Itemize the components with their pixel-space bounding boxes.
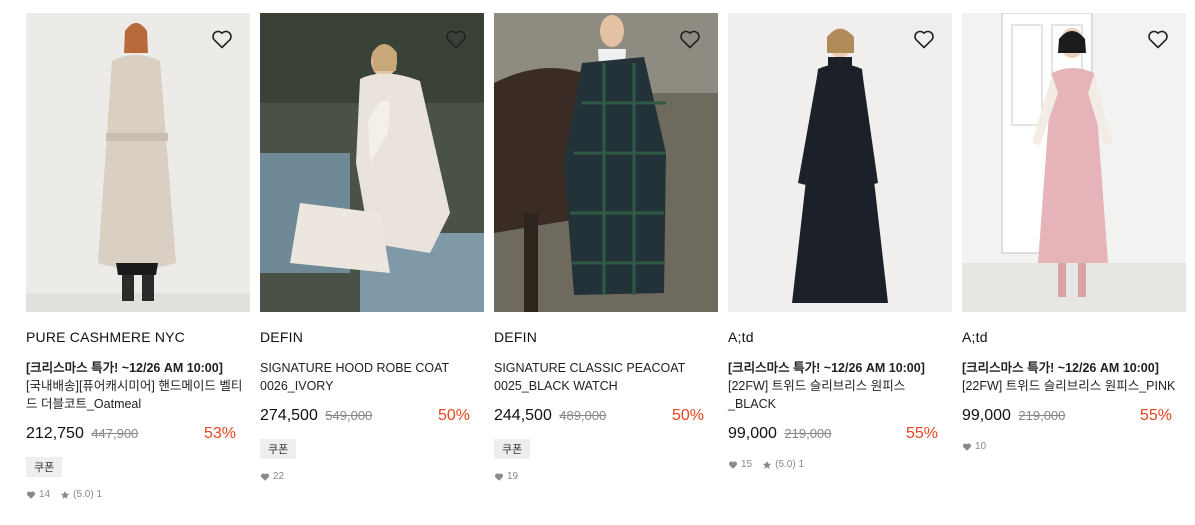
product-name: SIGNATURE CLASSIC PEACOAT 0025_BLACK WAT… bbox=[494, 361, 686, 393]
promo-label: [크리스마스 특가! ~12/26 AM 10:00] bbox=[728, 361, 925, 375]
product-name: SIGNATURE HOOD ROBE COAT 0026_IVORY bbox=[260, 361, 449, 393]
wishlist-heart-icon[interactable] bbox=[678, 27, 702, 51]
likes-count: 10 bbox=[962, 441, 986, 452]
product-title[interactable]: SIGNATURE HOOD ROBE COAT 0026_IVORY bbox=[260, 359, 484, 395]
rating: (5.0) 1 bbox=[60, 489, 102, 500]
sale-price: 274,500 bbox=[260, 407, 318, 424]
original-price: 219,000 bbox=[1018, 408, 1066, 423]
product-title[interactable]: [크리스마스 특가! ~12/26 AM 10:00] [22FW] 트위드 슬… bbox=[728, 359, 952, 413]
product-image[interactable] bbox=[260, 13, 484, 312]
product-grid: PURE CASHMERE NYC [크리스마스 특가! ~12/26 AM 1… bbox=[0, 0, 1195, 525]
product-photo bbox=[728, 13, 952, 312]
product-card[interactable]: A;td [크리스마스 특가! ~12/26 AM 10:00] [22FW] … bbox=[728, 13, 952, 470]
likes-count: 22 bbox=[260, 471, 284, 482]
wishlist-heart-icon[interactable] bbox=[912, 27, 936, 51]
original-price: 219,000 bbox=[784, 426, 832, 441]
product-image[interactable] bbox=[494, 13, 718, 312]
product-photo bbox=[962, 13, 1186, 312]
likes-count: 19 bbox=[494, 471, 518, 482]
brand-name[interactable]: PURE CASHMERE NYC bbox=[26, 329, 250, 347]
brand-name[interactable]: DEFIN bbox=[494, 329, 718, 347]
heart-icon bbox=[26, 490, 36, 499]
price-row: 212,750 447,900 53% bbox=[26, 425, 236, 447]
discount-rate: 53% bbox=[203, 425, 236, 442]
discount-rate: 50% bbox=[437, 407, 470, 424]
heart-icon bbox=[728, 460, 738, 469]
product-stats: 22 bbox=[260, 471, 484, 482]
product-name: [국내배송][퓨어캐시미어] 핸드메이드 벨티드 더블코트_Oatmeal bbox=[26, 379, 243, 411]
product-stats: 19 bbox=[494, 471, 718, 482]
likes-count: 15 bbox=[728, 459, 752, 470]
wishlist-heart-icon[interactable] bbox=[444, 27, 468, 51]
product-photo bbox=[494, 13, 718, 312]
brand-name[interactable]: A;td bbox=[728, 329, 952, 347]
product-stats: 15 (5.0) 1 bbox=[728, 459, 952, 470]
promo-label: [크리스마스 특가! ~12/26 AM 10:00] bbox=[26, 361, 223, 375]
product-card[interactable]: A;td [크리스마스 특가! ~12/26 AM 10:00] [22FW] … bbox=[962, 13, 1186, 452]
sale-price: 99,000 bbox=[728, 425, 777, 442]
heart-icon bbox=[962, 442, 972, 451]
original-price: 447,900 bbox=[91, 426, 139, 441]
wishlist-heart-icon[interactable] bbox=[1146, 27, 1170, 51]
star-icon bbox=[60, 490, 70, 499]
price-row: 244,500 489,000 50% bbox=[494, 407, 704, 429]
product-title[interactable]: [크리스마스 특가! ~12/26 AM 10:00] [22FW] 트위드 슬… bbox=[962, 359, 1186, 395]
product-card[interactable]: DEFIN SIGNATURE HOOD ROBE COAT 0026_IVOR… bbox=[260, 13, 484, 482]
heart-icon bbox=[260, 472, 270, 481]
price-row: 274,500 549,000 50% bbox=[260, 407, 470, 429]
product-title[interactable]: SIGNATURE CLASSIC PEACOAT 0025_BLACK WAT… bbox=[494, 359, 718, 395]
price-row: 99,000 219,000 55% bbox=[728, 425, 938, 447]
heart-icon bbox=[494, 472, 504, 481]
coupon-badge: 쿠폰 bbox=[260, 439, 297, 459]
discount-rate: 55% bbox=[1139, 407, 1172, 424]
likes-count: 14 bbox=[26, 489, 50, 500]
discount-rate: 50% bbox=[671, 407, 704, 424]
rating: (5.0) 1 bbox=[762, 459, 804, 470]
product-image[interactable] bbox=[26, 13, 250, 312]
product-photo bbox=[26, 13, 250, 312]
product-stats: 14 (5.0) 1 bbox=[26, 489, 250, 500]
coupon-badge: 쿠폰 bbox=[494, 439, 531, 459]
brand-name[interactable]: A;td bbox=[962, 329, 1186, 347]
original-price: 489,000 bbox=[559, 408, 607, 423]
promo-label: [크리스마스 특가! ~12/26 AM 10:00] bbox=[962, 361, 1159, 375]
star-icon bbox=[762, 460, 772, 469]
product-image[interactable] bbox=[728, 13, 952, 312]
sale-price: 244,500 bbox=[494, 407, 552, 424]
price-row: 99,000 219,000 55% bbox=[962, 407, 1172, 429]
product-image[interactable] bbox=[962, 13, 1186, 312]
product-card[interactable]: DEFIN SIGNATURE CLASSIC PEACOAT 0025_BLA… bbox=[494, 13, 718, 482]
sale-price: 212,750 bbox=[26, 425, 84, 442]
discount-rate: 55% bbox=[905, 425, 938, 442]
original-price: 549,000 bbox=[325, 408, 373, 423]
wishlist-heart-icon[interactable] bbox=[210, 27, 234, 51]
product-name: [22FW] 트위드 슬리브리스 원피스_BLACK bbox=[728, 379, 906, 411]
product-stats: 10 bbox=[962, 441, 1186, 452]
product-photo bbox=[260, 13, 484, 312]
coupon-badge: 쿠폰 bbox=[26, 457, 63, 477]
product-card[interactable]: PURE CASHMERE NYC [크리스마스 특가! ~12/26 AM 1… bbox=[26, 13, 250, 500]
brand-name[interactable]: DEFIN bbox=[260, 329, 484, 347]
product-title[interactable]: [크리스마스 특가! ~12/26 AM 10:00] [국내배송][퓨어캐시미… bbox=[26, 359, 250, 413]
sale-price: 99,000 bbox=[962, 407, 1011, 424]
product-name: [22FW] 트위드 슬리브리스 원피스_PINK bbox=[962, 379, 1176, 393]
